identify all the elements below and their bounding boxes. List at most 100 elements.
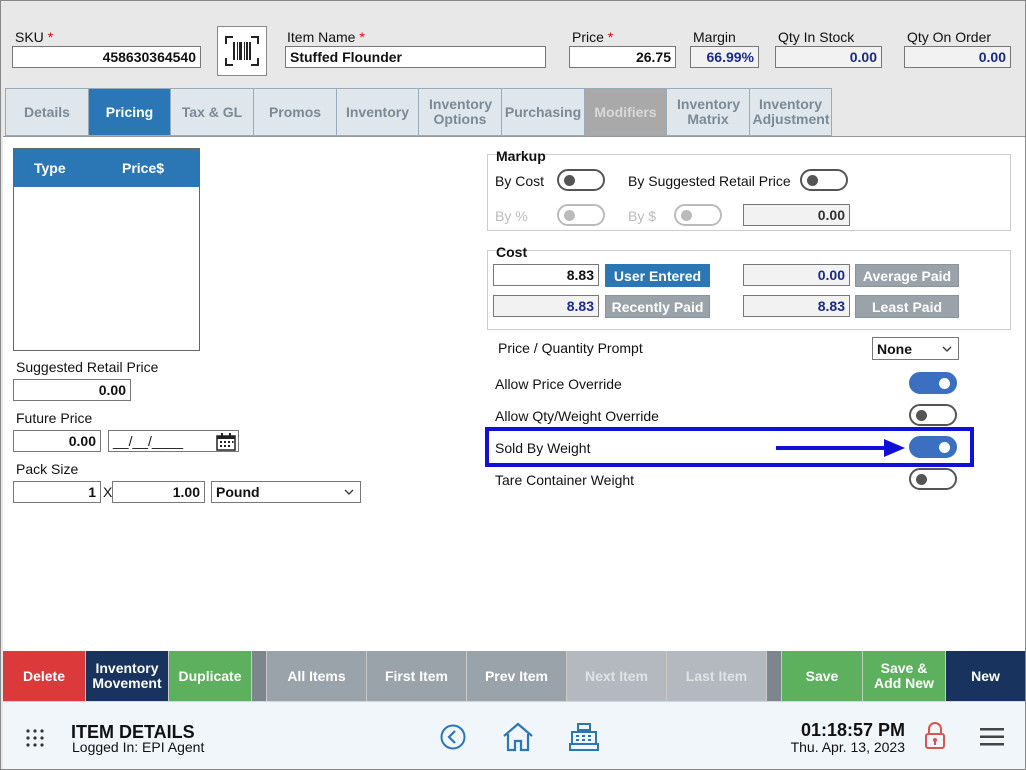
hamburger-menu-icon[interactable] — [980, 727, 1004, 747]
recently-paid-value: 8.83 — [493, 295, 599, 317]
average-paid-button[interactable]: Average Paid — [855, 264, 959, 287]
price-input[interactable]: 26.75 — [569, 46, 676, 68]
by-dollar-label: By $ — [628, 208, 657, 224]
qty-on-order-value: 0.00 — [904, 46, 1011, 68]
user-entered-button[interactable]: User Entered — [605, 264, 710, 287]
pack-unit-select[interactable]: Pound — [211, 481, 361, 503]
tab-purchasing[interactable]: Purchasing — [501, 88, 584, 136]
future-price-input[interactable]: 0.00 — [13, 430, 101, 452]
new-button[interactable]: New — [946, 651, 1025, 701]
by-dollar-toggle — [674, 204, 722, 226]
grid-menu-icon[interactable] — [25, 728, 45, 748]
margin-label: Margin — [693, 29, 736, 45]
margin-value: 66.99% — [690, 46, 759, 68]
tab-bar: Details Pricing Tax & GL Promos Inventor… — [5, 88, 832, 136]
allow-price-override-toggle[interactable] — [909, 372, 957, 394]
average-paid-value: 0.00 — [743, 264, 850, 286]
qty-in-stock-label: Qty In Stock — [778, 29, 855, 45]
future-date-input[interactable]: __/__/____ — [108, 430, 239, 452]
by-srp-label: By Suggested Retail Price — [628, 173, 791, 189]
cost-group — [487, 250, 1011, 330]
tab-tax-gl[interactable]: Tax & GL — [170, 88, 253, 136]
pack-multiplier: X — [103, 484, 113, 500]
all-items-button[interactable]: All Items — [267, 651, 367, 701]
duplicate-button[interactable]: Duplicate — [169, 651, 252, 701]
item-name-label: Item Name * — [287, 29, 365, 45]
sold-by-weight-label: Sold By Weight — [495, 440, 591, 456]
home-icon[interactable] — [502, 722, 534, 752]
chevron-down-icon — [942, 346, 952, 352]
barcode-icon — [225, 36, 259, 66]
suggested-retail-label: Suggested Retail Price — [16, 359, 159, 375]
clock-time: 01:18:57 PM — [800, 720, 905, 740]
tab-modifiers: Modifiers — [584, 88, 666, 136]
col-type: Type — [34, 160, 66, 176]
calendar-icon[interactable] — [216, 433, 236, 451]
least-paid-button[interactable]: Least Paid — [855, 295, 959, 318]
prev-item-button[interactable]: Prev Item — [467, 651, 567, 701]
tab-details[interactable]: Details — [5, 88, 88, 136]
action-spacer — [252, 651, 267, 701]
status-footer: ITEM DETAILS Logged In: EPI Agent 01:18:… — [3, 701, 1025, 769]
qty-in-stock-value: 0.00 — [775, 46, 882, 68]
tab-promos[interactable]: Promos — [253, 88, 336, 136]
by-percent-toggle — [557, 204, 605, 226]
allow-price-override-label: Allow Price Override — [495, 376, 622, 392]
pack-qty-input[interactable]: 1 — [13, 481, 101, 503]
pack-size-label: Pack Size — [16, 461, 79, 477]
item-header: SKU * 458630364540 Item Name * Stuffed F… — [1, 1, 1025, 87]
suggested-retail-input[interactable]: 0.00 — [13, 379, 131, 401]
tab-inventory-matrix[interactable]: Inventory Matrix — [666, 88, 749, 136]
qty-on-order-label: Qty On Order — [907, 29, 992, 45]
sku-input[interactable]: 458630364540 — [12, 46, 201, 68]
last-item-button: Last Item — [667, 651, 767, 701]
recently-paid-button[interactable]: Recently Paid — [605, 295, 710, 318]
allow-qty-weight-override-toggle[interactable] — [909, 404, 957, 426]
cash-register-icon[interactable] — [569, 722, 599, 752]
price-label: Price * — [572, 29, 614, 45]
tab-pricing[interactable]: Pricing — [88, 88, 170, 136]
back-circle-icon[interactable] — [440, 724, 466, 750]
action-spacer — [767, 651, 782, 701]
least-paid-value: 8.83 — [743, 295, 850, 317]
by-percent-label: By % — [495, 208, 528, 224]
sold-by-weight-toggle[interactable] — [909, 436, 957, 458]
future-price-label: Future Price — [16, 410, 93, 426]
markup-title: Markup — [496, 148, 546, 164]
pack-amount-input[interactable]: 1.00 — [112, 481, 205, 503]
tab-inventory-options[interactable]: Inventory Options — [418, 88, 501, 136]
markup-value: 0.00 — [743, 204, 850, 226]
tab-inventory[interactable]: Inventory — [336, 88, 418, 136]
tare-container-weight-label: Tare Container Weight — [495, 472, 635, 488]
price-level-table-header: Type Price$ — [14, 149, 199, 187]
by-cost-label: By Cost — [495, 173, 545, 189]
col-price: Price$ — [122, 160, 165, 176]
barcode-scan-button[interactable] — [217, 26, 267, 76]
tab-inventory-adjustment[interactable]: Inventory Adjustment — [749, 88, 832, 136]
price-level-table[interactable]: Type Price$ — [13, 148, 200, 351]
delete-button[interactable]: Delete — [3, 651, 86, 701]
price-qty-prompt-select[interactable]: None — [872, 337, 959, 360]
pricing-panel: Type Price$ Suggested Retail Price 0.00 … — [3, 136, 1025, 651]
allow-qty-weight-override-label: Allow Qty/Weight Override — [495, 408, 659, 424]
chevron-down-icon — [344, 489, 354, 495]
lock-icon[interactable] — [924, 722, 946, 750]
tare-container-weight-toggle[interactable] — [909, 468, 957, 490]
app-window: SKU * 458630364540 Item Name * Stuffed F… — [0, 0, 1026, 770]
user-entered-cost-input[interactable]: 8.83 — [493, 264, 599, 286]
save-button[interactable]: Save — [782, 651, 863, 701]
next-item-button: Next Item — [567, 651, 667, 701]
price-qty-prompt-label: Price / Quantity Prompt — [498, 340, 643, 356]
action-bar: Delete Inventory Movement Duplicate All … — [3, 651, 1025, 701]
save-add-new-button[interactable]: Save & Add New — [863, 651, 946, 701]
item-name-input[interactable]: Stuffed Flounder — [285, 46, 546, 68]
arrow-right-icon — [776, 439, 905, 457]
clock-date: Thu. Apr. 13, 2023 — [790, 739, 905, 755]
logged-in-user: Logged In: EPI Agent — [72, 739, 205, 755]
cost-title: Cost — [496, 244, 528, 260]
by-srp-toggle[interactable] — [800, 169, 848, 191]
first-item-button[interactable]: First Item — [367, 651, 467, 701]
inventory-movement-button[interactable]: Inventory Movement — [86, 651, 169, 701]
sku-label: SKU * — [15, 29, 54, 45]
by-cost-toggle[interactable] — [557, 169, 605, 191]
